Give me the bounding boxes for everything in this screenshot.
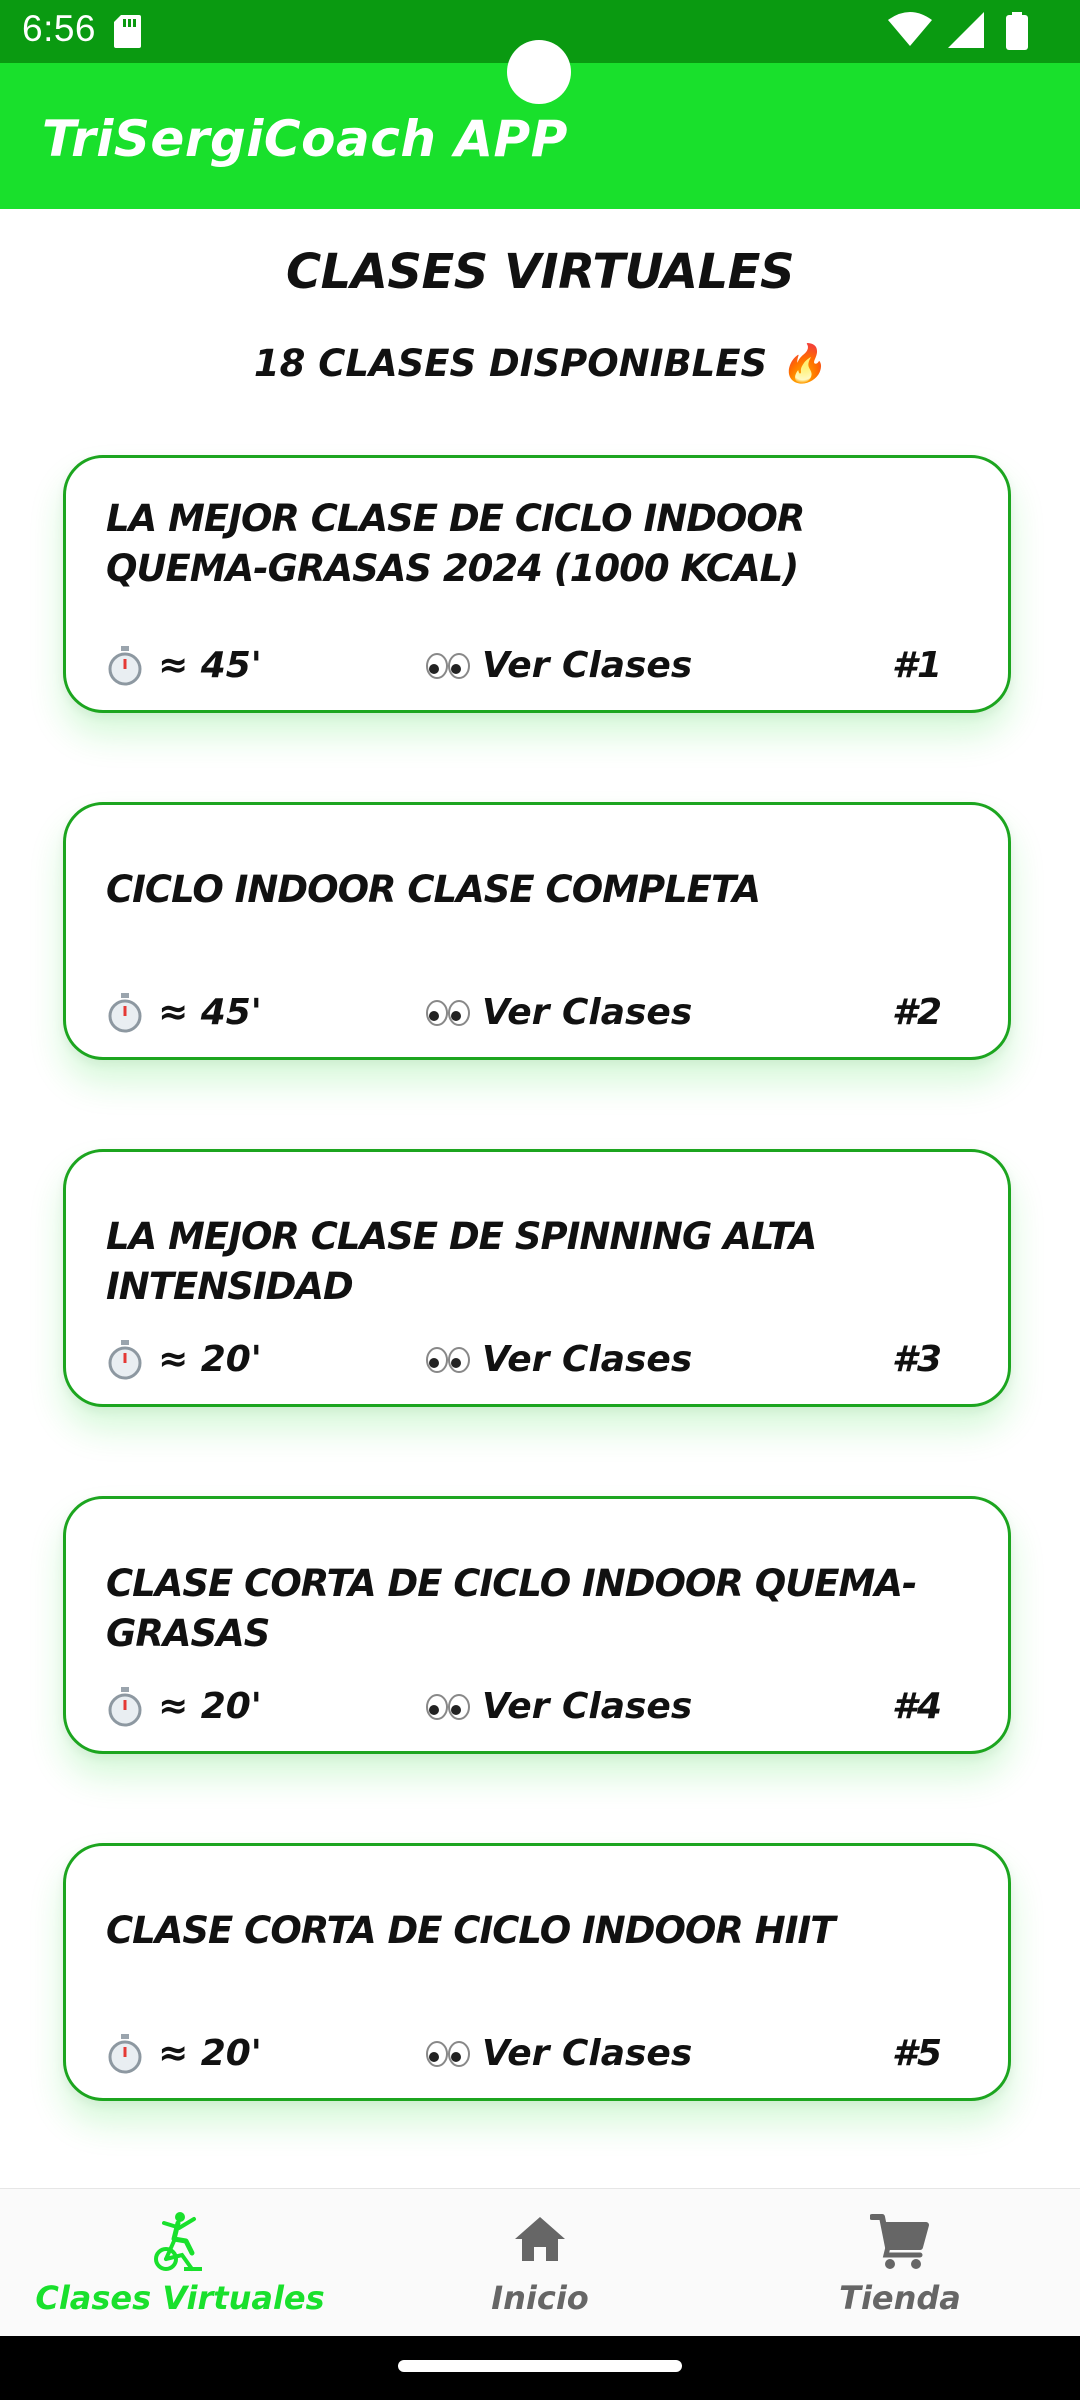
view-classes-label: Ver Clases <box>482 1339 693 1380</box>
stopwatch-icon <box>108 1340 142 1380</box>
eyes-icon <box>426 1000 470 1026</box>
card-duration-text: ≈ 20' <box>158 2033 262 2074</box>
card-duration-text: ≈ 20' <box>158 1686 262 1727</box>
nav-label: Clases Virtuales <box>35 2279 325 2317</box>
stopwatch-icon <box>108 1687 142 1727</box>
wifi-icon <box>888 12 932 46</box>
page-title: CLASES VIRTUALES <box>285 244 795 300</box>
card-duration-text: ≈ 45' <box>158 992 262 1033</box>
class-card-4[interactable]: CLASE CORTA DE CICLO INDOOR QUEMA-GRASAS… <box>63 1496 1011 1754</box>
nav-item-tienda[interactable]: Tienda <box>720 2189 1080 2337</box>
class-card-2[interactable]: CICLO INDOOR CLASE COMPLETA ≈ 45' Ver Cl… <box>63 802 1011 1060</box>
class-card-3[interactable]: LA MEJOR CLASE DE SPINNING ALTA INTENSID… <box>63 1149 1011 1407</box>
card-duration: ≈ 45' <box>106 988 262 1038</box>
battery-icon <box>1006 12 1028 50</box>
card-number: #2 <box>891 992 942 1033</box>
status-time: 6:56 <box>22 8 97 49</box>
class-card-1[interactable]: LA MEJOR CLASE DE CICLO INDOOR QUEMA-GRA… <box>63 455 1011 713</box>
camera-cutout <box>507 40 571 104</box>
view-classes-label: Ver Clases <box>482 992 693 1033</box>
eyes-icon <box>426 1694 470 1720</box>
card-title: CLASE CORTA DE CICLO INDOOR QUEMA-GRASAS <box>106 1562 917 1655</box>
card-duration: ≈ 45' <box>106 641 262 691</box>
view-classes-link[interactable]: Ver Clases <box>426 641 692 691</box>
view-classes-label: Ver Clases <box>482 2033 693 2074</box>
view-classes-link[interactable]: Ver Clases <box>426 988 692 1038</box>
cycling-icon <box>154 2212 202 2271</box>
class-card-5[interactable]: CLASE CORTA DE CICLO INDOOR HIIT ≈ 20' V… <box>63 1843 1011 2101</box>
stopwatch-icon <box>108 2034 142 2074</box>
bottom-navigation: Clases Virtuales Inicio Tienda <box>0 2188 1080 2337</box>
card-duration: ≈ 20' <box>106 2029 262 2079</box>
eyes-icon <box>426 2041 470 2067</box>
nav-item-inicio[interactable]: Inicio <box>360 2189 720 2337</box>
eyes-icon <box>426 1347 470 1373</box>
card-duration-text: ≈ 45' <box>158 645 262 686</box>
system-navigation-bar <box>0 2336 1080 2400</box>
stopwatch-icon <box>108 993 142 1033</box>
nav-label: Tienda <box>839 2279 961 2317</box>
page-subtitle: 18 CLASES DISPONIBLES 🔥 <box>253 342 827 385</box>
card-number: #4 <box>891 1686 942 1727</box>
cart-icon <box>870 2214 929 2269</box>
card-duration-text: ≈ 20' <box>158 1339 262 1380</box>
card-duration: ≈ 20' <box>106 1682 262 1732</box>
view-classes-label: Ver Clases <box>482 1686 693 1727</box>
card-duration: ≈ 20' <box>106 1335 262 1385</box>
card-number: #5 <box>891 2033 942 2074</box>
sd-card-icon <box>114 15 141 48</box>
eyes-icon <box>426 653 470 679</box>
cell-signal-icon <box>948 12 984 48</box>
card-title: LA MEJOR CLASE DE SPINNING ALTA INTENSID… <box>106 1215 817 1308</box>
nav-label: Inicio <box>491 2279 589 2317</box>
app-title: TriSergiCoach APP <box>42 110 568 168</box>
card-number: #1 <box>891 645 942 686</box>
home-gesture-handle[interactable] <box>398 2360 682 2372</box>
card-number: #3 <box>891 1339 942 1380</box>
stopwatch-icon <box>108 646 142 686</box>
nav-item-clases-virtuales[interactable]: Clases Virtuales <box>0 2189 360 2337</box>
card-title: LA MEJOR CLASE DE CICLO INDOOR QUEMA-GRA… <box>106 497 805 590</box>
home-icon <box>515 2217 565 2261</box>
view-classes-link[interactable]: Ver Clases <box>426 1682 692 1732</box>
view-classes-link[interactable]: Ver Clases <box>426 1335 692 1385</box>
card-title: CLASE CORTA DE CICLO INDOOR HIIT <box>106 1909 836 1952</box>
view-classes-link[interactable]: Ver Clases <box>426 2029 692 2079</box>
view-classes-label: Ver Clases <box>482 645 693 686</box>
card-title: CICLO INDOOR CLASE COMPLETA <box>106 868 761 911</box>
